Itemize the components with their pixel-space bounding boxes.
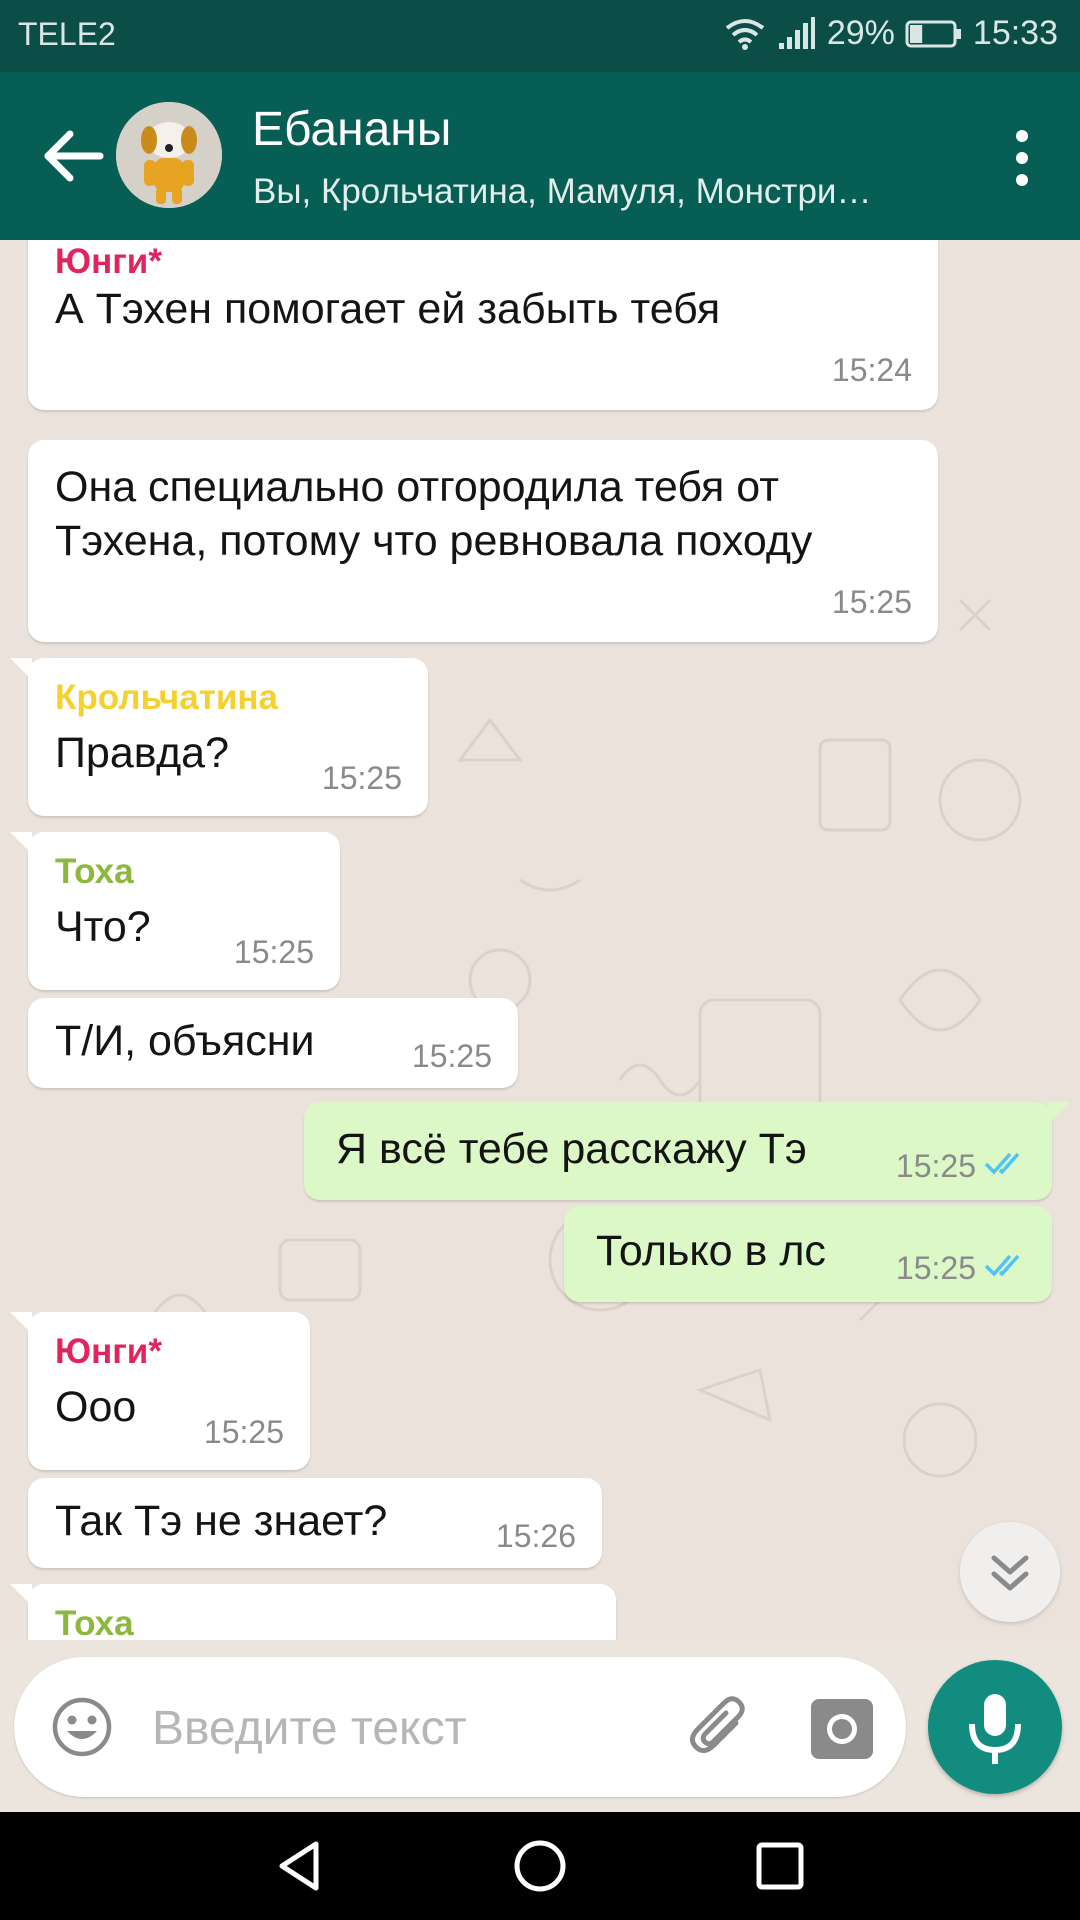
message-text: Т/И, объясни: [55, 1017, 315, 1065]
status-bar: TELE2 29% 15:33: [0, 0, 1080, 72]
sender-name[interactable]: Тоха: [55, 1604, 134, 1640]
message-list[interactable]: Юнги* А Тэхен помогает ей забыть тебя 15…: [0, 240, 1080, 1640]
message-time: 15:25: [831, 584, 912, 620]
paperclip-icon[interactable]: [684, 1693, 756, 1765]
chat-participants[interactable]: Вы, Крольчатина, Мамуля, Монстри…: [253, 172, 871, 212]
message-time: 15:25: [321, 760, 402, 796]
message-text: А Тэхен помогает ей забыть тебя: [55, 285, 721, 333]
message-time: 15:25: [895, 1148, 976, 1184]
message-bubble[interactable]: Тоха Что? 15:25: [10, 832, 340, 990]
sender-name[interactable]: Тоха: [55, 852, 134, 892]
read-ticks-icon: [984, 1152, 1020, 1175]
message-text: Ооо: [55, 1383, 137, 1431]
microphone-icon: [969, 1694, 1021, 1764]
message-time: 15:25: [203, 1414, 284, 1450]
message-text: Только в лс: [596, 1227, 826, 1275]
message-time: 15:24: [831, 352, 912, 388]
message-text-line: Тэхена, потому что ревновала походу: [55, 517, 813, 565]
message-text-line: Она специально отгородила тебя от: [55, 463, 779, 511]
message-bubble[interactable]: Т/И, объясни 15:25: [28, 998, 518, 1088]
chat-header: Ебананы Вы, Крольчатина, Мамуля, Монстри…: [0, 72, 1080, 240]
chat-title[interactable]: Ебананы: [252, 102, 451, 157]
message-bubble[interactable]: Так Тэ не знает? 15:26: [28, 1478, 602, 1568]
message-text: Что?: [55, 903, 151, 951]
group-avatar[interactable]: [116, 102, 222, 208]
message-time: 15:25: [233, 934, 314, 970]
sender-name[interactable]: Юнги*: [55, 1332, 162, 1372]
back-triangle-icon[interactable]: [270, 1836, 330, 1896]
message-text: Я всё тебе расскажу Тэ: [336, 1125, 807, 1173]
home-circle-icon[interactable]: [510, 1836, 570, 1896]
more-vert-icon[interactable]: [994, 122, 1050, 192]
read-ticks-icon: [984, 1254, 1020, 1277]
message-bubble[interactable]: Юнги* А Тэхен помогает ей забыть тебя 15…: [28, 240, 938, 410]
message-input[interactable]: [150, 1687, 674, 1769]
sender-name[interactable]: Юнги*: [55, 242, 162, 282]
message-bubble[interactable]: Тоха: [10, 1584, 616, 1640]
scroll-to-bottom-button[interactable]: [960, 1522, 1060, 1622]
battery-icon: [905, 20, 961, 47]
outgoing-message-bubble[interactable]: Я всё тебе расскажу Тэ 15:25: [304, 1102, 1070, 1200]
microphone-button[interactable]: [928, 1660, 1062, 1794]
message-text: Так Тэ не знает?: [55, 1497, 388, 1545]
double-chevron-down-icon: [991, 1555, 1029, 1591]
wifi-icon: [725, 18, 765, 50]
message-bubble[interactable]: Крольчатина Правда? 15:25: [10, 658, 428, 816]
message-time: 15:25: [411, 1038, 492, 1074]
carrier-label: TELE2: [18, 16, 116, 52]
message-bubble[interactable]: Юнги* Ооо 15:25: [10, 1312, 310, 1470]
message-time: 15:26: [495, 1518, 576, 1554]
battery-percent: 29%: [826, 14, 895, 52]
signal-icon: [778, 16, 815, 49]
chat-screen: TELE2 29% 15:33 Ебананы Вы, Крольчатина,…: [0, 0, 1080, 1920]
message-time: 15:25: [895, 1250, 976, 1286]
system-nav-bar: [0, 1812, 1080, 1920]
recents-square-icon[interactable]: [750, 1836, 810, 1896]
message-bubble[interactable]: Она специально отгородила тебя от Тэхена…: [28, 440, 938, 642]
arrow-left-icon[interactable]: [38, 120, 110, 192]
clock: 15:33: [972, 14, 1058, 52]
message-composer: [14, 1657, 906, 1797]
status-icons: 29% 15:33: [723, 14, 1058, 53]
emoji-icon[interactable]: [50, 1695, 114, 1759]
sender-name[interactable]: Крольчатина: [55, 678, 278, 718]
message-text: Правда?: [55, 729, 230, 777]
outgoing-message-bubble[interactable]: Только в лс 15:25: [564, 1206, 1052, 1302]
plush-toy-picture: [116, 102, 222, 208]
camera-icon[interactable]: [809, 1695, 875, 1761]
